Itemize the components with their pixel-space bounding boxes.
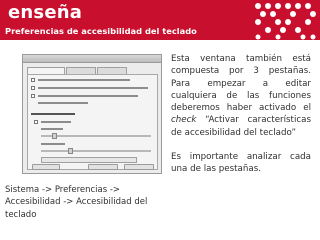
window-panel xyxy=(27,74,158,170)
help-button xyxy=(32,164,60,170)
header-banner: enseña Preferencias de accesibilidad del… xyxy=(0,0,320,40)
dot-grid-logo-icon xyxy=(255,3,316,40)
brand-logo-text: enseña xyxy=(8,2,83,23)
disable-label xyxy=(38,95,138,97)
enable-accessibility-label xyxy=(38,79,130,81)
delay-slider-knob xyxy=(52,133,57,139)
speed-label xyxy=(41,143,65,145)
disable-checkbox xyxy=(31,94,35,98)
disable-sub-label xyxy=(38,102,88,104)
tab-basic xyxy=(27,67,65,74)
test-input xyxy=(41,157,137,163)
enable-accessibility-checkbox xyxy=(31,78,35,82)
sticky-keys-checkbox xyxy=(34,120,38,124)
analysis-paragraph: Es importante analizar cada una de las p… xyxy=(171,152,311,175)
speed-slider-knob xyxy=(68,148,73,154)
sticky-keys-heading xyxy=(31,113,75,115)
window-titlebar xyxy=(23,55,161,63)
description-paragraph: Esta ventana también está compuesta por … xyxy=(171,53,311,139)
paragraph-text-start: Esta ventana también está compuesta por … xyxy=(171,54,311,114)
beep-label xyxy=(38,87,148,89)
import-button xyxy=(88,164,118,170)
tab-mouse-keys xyxy=(97,67,127,74)
close-button xyxy=(124,164,154,170)
paragraph-italic-check: check xyxy=(171,115,197,126)
sticky-keys-label xyxy=(41,121,71,123)
beep-checkbox xyxy=(31,86,35,90)
delay-slider-track xyxy=(41,135,151,137)
window-tabs xyxy=(27,67,157,74)
menu-path-text: Sistema -> Preferencias -> Accesibilidad… xyxy=(5,185,148,220)
speed-slider-track xyxy=(41,150,151,152)
tab-filters xyxy=(66,67,96,74)
slide-subtitle: Preferencias de accesibilidad del teclad… xyxy=(5,26,197,36)
delay-label xyxy=(41,128,63,130)
keyboard-accessibility-screenshot xyxy=(22,54,162,174)
